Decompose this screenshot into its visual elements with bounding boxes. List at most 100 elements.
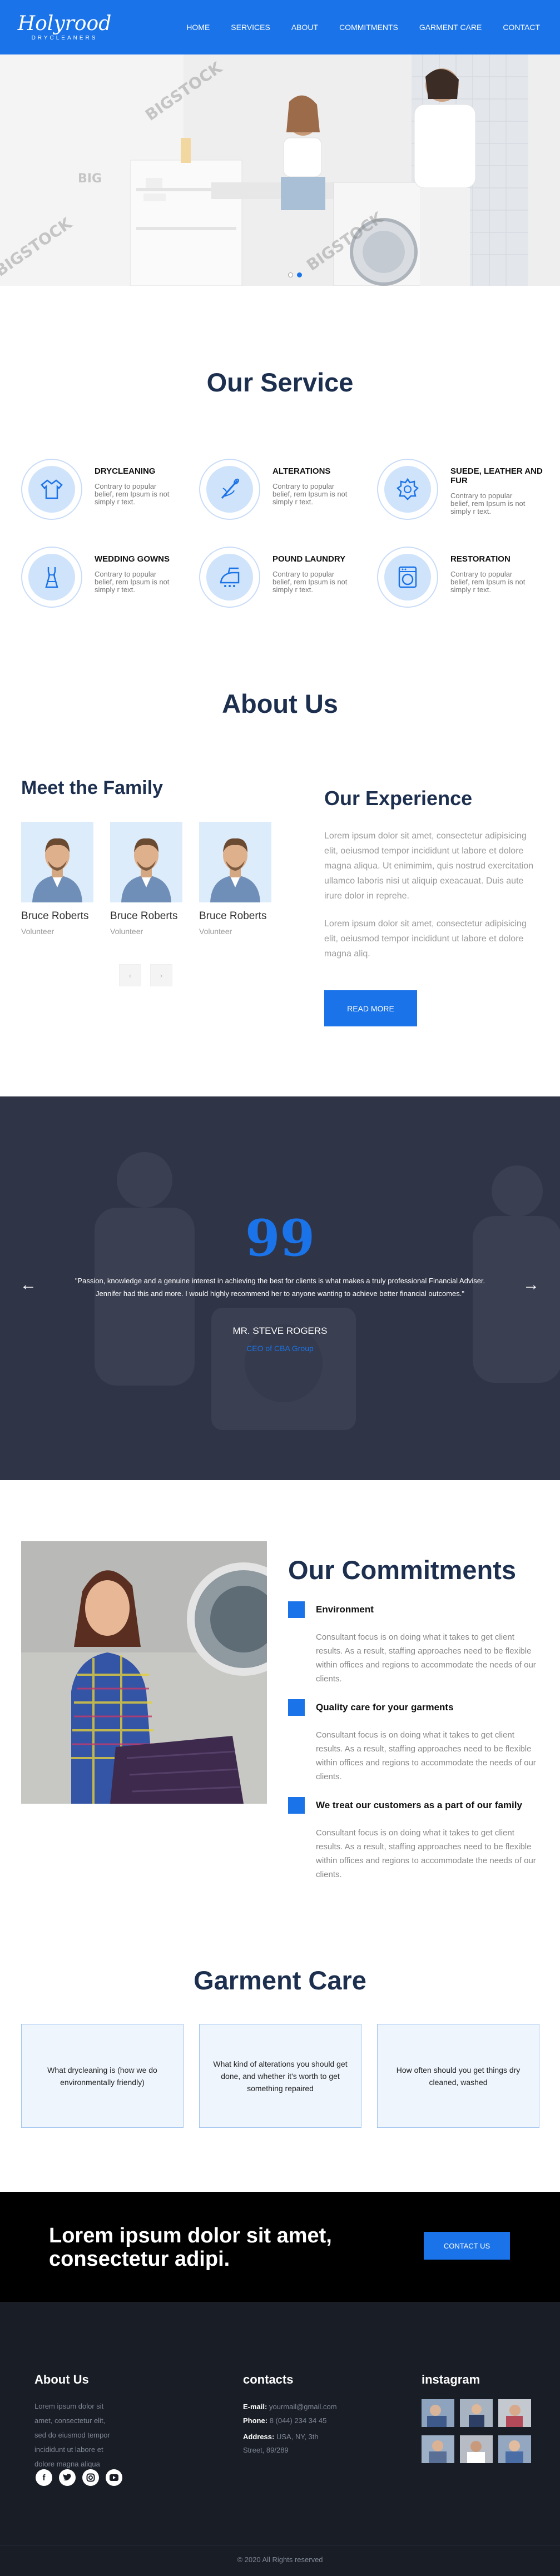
instagram-photo[interactable] xyxy=(422,2399,454,2427)
nav-services[interactable]: SERVICES xyxy=(231,23,270,32)
email-value[interactable]: yourmail@gmail.com xyxy=(269,2403,337,2411)
service-icon-circle xyxy=(21,459,82,520)
brand-logo[interactable]: Holyrood DRYCLEANERS xyxy=(18,13,112,41)
instagram-photo[interactable] xyxy=(460,2435,493,2463)
family-title: Meet the Family xyxy=(21,777,163,798)
nav-commitments[interactable]: COMMITMENTS xyxy=(339,23,398,32)
avatar xyxy=(199,822,271,902)
top-navbar: Holyrood DRYCLEANERS HOME SERVICES ABOUT… xyxy=(0,0,560,54)
shirt-icon xyxy=(41,479,63,499)
service-desc: Contrary to popular belief, rem Ipsum is… xyxy=(95,482,170,506)
service-title: DRYCLEANING xyxy=(95,466,156,476)
commitment-marker xyxy=(288,1601,305,1618)
service-desc: Contrary to popular belief, rem Ipsum is… xyxy=(450,492,526,515)
main-menu: HOME SERVICES ABOUT COMMITMENTS GARMENT … xyxy=(186,23,540,32)
about-title: About Us xyxy=(222,689,338,718)
phone-value[interactable]: 8 (044) 234 34 45 xyxy=(270,2416,327,2425)
footer-about-text: Lorem ipsum dolor sit amet, consectetur … xyxy=(34,2402,110,2468)
gown-icon xyxy=(45,567,58,588)
instagram-photo[interactable] xyxy=(460,2399,493,2427)
footer-contacts-title: contacts xyxy=(243,2372,294,2386)
avatar xyxy=(21,822,93,902)
garment-care-card[interactable]: What drycleaning is (how we do environme… xyxy=(21,2024,184,2128)
service-title: SUEDE, LEATHER AND FUR xyxy=(450,466,543,485)
garment-care-title: Garment Care xyxy=(194,1965,366,1995)
testimonial-next-arrow[interactable]: → xyxy=(523,1275,539,1294)
service-item[interactable]: RESTORATION Contrary to popular belief, r… xyxy=(377,547,544,608)
logo-subtitle: DRYCLEANERS xyxy=(31,34,98,41)
slider-dot-2[interactable] xyxy=(297,272,302,277)
service-item[interactable]: POUND LAUNDRY Contrary to popular belief,… xyxy=(199,547,366,608)
service-icon-inner xyxy=(28,554,75,600)
team-card[interactable]: Bruce Roberts Volunteer xyxy=(21,822,93,936)
commitment-title: Environment xyxy=(316,1604,374,1615)
contact-us-button[interactable]: CONTACT US xyxy=(424,2232,510,2260)
team-card[interactable]: Bruce Roberts Volunteer xyxy=(199,822,271,936)
commitment-title: Quality care for your garments xyxy=(316,1702,454,1713)
member-role: Volunteer xyxy=(199,927,232,936)
garment-care-card-text: What drycleaning is (how we do environme… xyxy=(47,2065,157,2087)
service-item[interactable]: WEDDING GOWNS Contrary to popular belief,… xyxy=(21,547,188,608)
service-item[interactable]: DRYCLEANING Contrary to popular belief, r… xyxy=(21,459,188,520)
garment-care-card[interactable]: How often should you get things dry clea… xyxy=(377,2024,539,2128)
service-icon-inner xyxy=(384,466,431,513)
service-item[interactable]: SUEDE, LEATHER AND FUR Contrary to popula… xyxy=(377,459,544,520)
experience-paragraph: Lorem ipsum dolor sit amet, consectetur … xyxy=(324,831,534,901)
testimonial-section: 99 "Passion, knowledge and a genuine int… xyxy=(0,1096,560,1480)
team-next-button[interactable]: › xyxy=(150,964,172,986)
instagram-photo[interactable] xyxy=(498,2399,531,2427)
service-desc: Contrary to popular belief, rem Ipsum is… xyxy=(450,570,526,594)
member-name: Bruce Roberts xyxy=(21,910,89,922)
service-icon-inner xyxy=(206,554,253,600)
commitment-item: We treat our customers as a part of our … xyxy=(288,1797,544,1880)
commitment-desc: Consultant focus is on doing what it tak… xyxy=(316,1730,536,1781)
twitter-icon[interactable] xyxy=(59,2469,76,2486)
avatar xyxy=(110,822,182,902)
contact-email: E-mail: yourmail@gmail.com xyxy=(243,2403,337,2411)
service-icon-circle xyxy=(377,459,438,520)
service-icon-circle xyxy=(199,547,260,608)
footer-instagram-title: instagram xyxy=(422,2372,480,2386)
watermark-text: BIG xyxy=(78,172,102,186)
cta-line-2: consectetur adipi. xyxy=(49,2247,230,2271)
instagram-photo[interactable] xyxy=(498,2435,531,2463)
facebook-icon[interactable]: f xyxy=(36,2469,52,2486)
service-desc: Contrary to popular belief, rem Ipsum is… xyxy=(272,570,348,594)
commitment-item: Quality care for your garments Consultan… xyxy=(288,1699,544,1783)
slider-dot-1[interactable] xyxy=(288,272,293,277)
commitments-photo xyxy=(21,1541,267,1804)
service-title: WEDDING GOWNS xyxy=(95,554,170,564)
nav-about[interactable]: ABOUT xyxy=(291,23,318,32)
service-title: ALTERATIONS xyxy=(272,466,331,476)
footer: About Us Lorem ipsum dolor sit amet, con… xyxy=(0,2302,560,2576)
testimonial-prev-arrow[interactable]: ← xyxy=(20,1275,37,1294)
sewing-needle-icon xyxy=(221,478,239,499)
garment-care-card[interactable]: What kind of alterations you should get … xyxy=(199,2024,361,2128)
member-role: Volunteer xyxy=(21,927,54,936)
nav-contact[interactable]: CONTACT xyxy=(503,23,540,32)
service-title: POUND LAUNDRY xyxy=(272,554,346,564)
instagram-photo[interactable] xyxy=(422,2435,454,2463)
instagram-icon[interactable] xyxy=(82,2469,99,2486)
nav-home[interactable]: HOME xyxy=(186,23,210,32)
service-icon-circle xyxy=(377,547,438,608)
service-item[interactable]: ALTERATIONS Contrary to popular belief, r… xyxy=(199,459,366,520)
phone-label: Phone: xyxy=(243,2416,268,2425)
service-icon-inner xyxy=(28,466,75,513)
hero-slider: BIGSTOCK BIG BIGSTOCK BIGSTOCK xyxy=(0,54,560,286)
washing-machine-icon xyxy=(398,566,417,588)
youtube-icon[interactable] xyxy=(106,2469,122,2486)
team-card[interactable]: Bruce Roberts Volunteer xyxy=(110,822,182,936)
hero-image: BIGSTOCK BIG BIGSTOCK BIGSTOCK xyxy=(0,54,560,286)
read-more-button[interactable]: READ MORE xyxy=(324,990,417,1026)
garment-care-card-text: How often should you get things dry clea… xyxy=(396,2065,521,2087)
nav-garment-care[interactable]: GARMENT CARE xyxy=(419,23,482,32)
experience-title: Our Experience xyxy=(324,787,473,810)
member-name: Bruce Roberts xyxy=(110,910,178,922)
service-title: RESTORATION xyxy=(450,554,511,564)
team-prev-button[interactable]: ‹ xyxy=(119,964,141,986)
commitments-title: Our Commitments xyxy=(288,1555,516,1585)
experience-paragraph: Lorem ipsum dolor sit amet, consectetur … xyxy=(324,919,527,959)
service-icon-circle xyxy=(21,547,82,608)
commitment-marker xyxy=(288,1699,305,1716)
